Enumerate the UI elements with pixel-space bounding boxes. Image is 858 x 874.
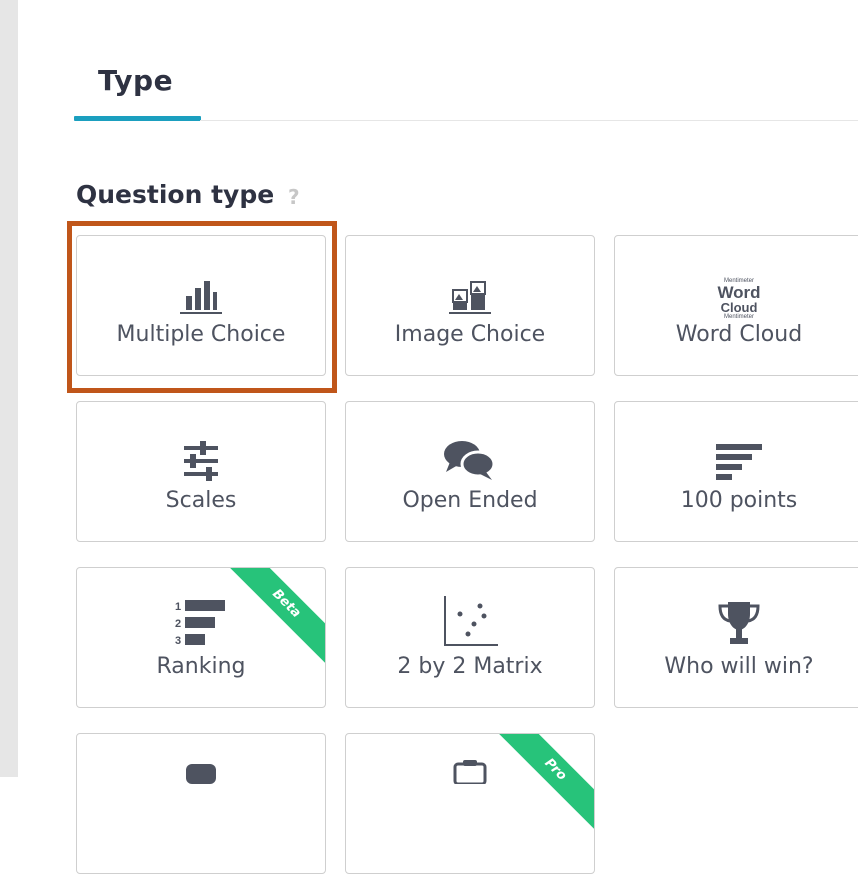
image-choice-icon	[346, 256, 594, 316]
tab-type[interactable]: Type	[98, 64, 173, 97]
card-label: Ranking	[156, 654, 246, 679]
card-multiple-choice[interactable]: Multiple Choice	[76, 235, 326, 376]
card-partial-2[interactable]: Pro	[345, 733, 595, 874]
card-scales[interactable]: Scales	[76, 401, 326, 542]
scatter-plot-icon	[346, 588, 594, 648]
speech-bubbles-icon	[346, 422, 594, 482]
card-label: Scales	[165, 488, 237, 513]
word-cloud-tiny-text: Mentimeter	[723, 314, 754, 320]
word-cloud-icon: Mentimeter Word Cloud Mentimeter	[615, 260, 858, 320]
card-label: Word Cloud	[675, 322, 803, 347]
tab-divider	[200, 120, 858, 121]
card-word-cloud[interactable]: Mentimeter Word Cloud Mentimeter Word Cl…	[614, 235, 858, 376]
card-100-points[interactable]: 100 points	[614, 401, 858, 542]
ranking-icon: 1 2 3	[77, 588, 325, 648]
sliders-icon	[77, 422, 325, 482]
card-label: Multiple Choice	[116, 322, 286, 347]
card-2-by-2-matrix[interactable]: 2 by 2 Matrix	[345, 567, 595, 708]
section-heading: Question type	[76, 180, 275, 209]
card-who-will-win[interactable]: Who will win?	[614, 567, 858, 708]
help-icon[interactable]: ?	[288, 185, 300, 209]
card-image-choice[interactable]: Image Choice	[345, 235, 595, 376]
card-label: 2 by 2 Matrix	[397, 654, 543, 679]
trophy-icon	[615, 588, 858, 648]
tab-active-indicator	[74, 116, 201, 121]
left-rail	[0, 0, 18, 777]
word-cloud-word: Word	[717, 283, 761, 302]
rank-number: 1	[175, 601, 181, 613]
card-partial-1[interactable]	[76, 733, 326, 874]
card-label: 100 points	[680, 488, 798, 513]
card-ranking[interactable]: Beta 1 2 3 Ranking	[76, 567, 326, 708]
word-cloud-cloud: Cloud	[720, 300, 758, 315]
bar-chart-icon	[77, 256, 325, 316]
card-label: Open Ended	[402, 488, 538, 513]
horizontal-bars-icon	[615, 422, 858, 482]
rank-number: 3	[175, 635, 181, 647]
card-label: Who will win?	[664, 654, 814, 679]
clipboard-icon	[346, 760, 594, 784]
rank-number: 2	[175, 618, 181, 630]
card-label: Image Choice	[394, 322, 546, 347]
partial-card-icon	[77, 764, 325, 784]
card-open-ended[interactable]: Open Ended	[345, 401, 595, 542]
